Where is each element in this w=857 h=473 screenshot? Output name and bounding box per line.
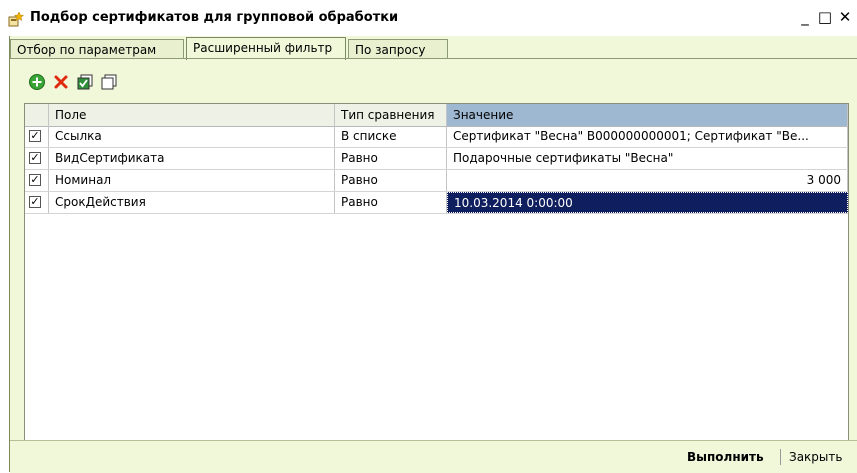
row-checkbox-cell[interactable]: ✓	[25, 126, 49, 147]
delete-icon[interactable]	[52, 73, 70, 91]
comparison-cell[interactable]: В списке	[335, 126, 447, 147]
row-checkbox-cell[interactable]: ✓	[25, 170, 49, 191]
column-header-value[interactable]: Значение	[447, 104, 848, 126]
close-window-button[interactable]: ✕	[836, 6, 854, 28]
table-row[interactable]: ✓ Номинал Равно 3 000	[25, 170, 848, 192]
row-checkbox-cell[interactable]: ✓	[25, 148, 49, 169]
uncheck-all-icon[interactable]	[100, 73, 118, 91]
row-checkbox[interactable]: ✓	[29, 174, 41, 186]
field-cell[interactable]: Ссылка	[49, 126, 335, 147]
filter-table: Поле Тип сравнения Значение ✓ Ссылка В с…	[24, 103, 849, 450]
check-all-icon[interactable]	[76, 73, 94, 91]
footer-divider	[780, 449, 781, 465]
execute-button[interactable]: Выполнить	[687, 450, 764, 464]
value-cell[interactable]: Сертификат "Весна" В000000000001; Сертиф…	[447, 126, 848, 147]
minimize-button[interactable]: _	[796, 6, 814, 28]
header-check-column	[25, 104, 49, 126]
title-bar: Подбор сертификатов для групповой обрабо…	[0, 0, 857, 36]
column-header-comparison[interactable]: Тип сравнения	[335, 104, 447, 126]
comparison-cell[interactable]: Равно	[335, 192, 447, 213]
column-header-field[interactable]: Поле	[49, 104, 335, 126]
field-cell[interactable]: ВидСертификата	[49, 148, 335, 169]
dialog-body: Отбор по параметрам Расширенный фильтр П…	[10, 36, 857, 472]
tab-filter-by-parameters[interactable]: Отбор по параметрам	[10, 39, 184, 59]
add-icon[interactable]	[28, 73, 46, 91]
value-cell[interactable]: 3 000	[447, 170, 848, 191]
value-cell[interactable]: Подарочные сертификаты "Весна"	[447, 148, 848, 169]
row-checkbox[interactable]: ✓	[29, 196, 41, 208]
advanced-filter-panel: Поле Тип сравнения Значение ✓ Ссылка В с…	[10, 58, 857, 450]
tab-by-query[interactable]: По запросу	[348, 39, 448, 59]
maximize-button[interactable]: □	[816, 6, 834, 28]
dialog-footer: Выполнить Закрыть	[10, 440, 857, 473]
tab-strip: Отбор по параметрам Расширенный фильтр П…	[10, 37, 857, 60]
value-cell-selected[interactable]: 10.03.2014 0:00:00	[447, 192, 848, 213]
table-header: Поле Тип сравнения Значение	[25, 104, 848, 127]
comparison-cell[interactable]: Равно	[335, 148, 447, 169]
field-cell[interactable]: СрокДействия	[49, 192, 335, 213]
field-cell[interactable]: Номинал	[49, 170, 335, 191]
tab-advanced-filter[interactable]: Расширенный фильтр	[186, 37, 346, 60]
row-checkbox[interactable]: ✓	[29, 152, 41, 164]
close-button[interactable]: Закрыть	[789, 450, 842, 464]
row-checkbox[interactable]: ✓	[29, 130, 41, 142]
comparison-cell[interactable]: Равно	[335, 170, 447, 191]
table-row[interactable]: ✓ СрокДействия Равно 10.03.2014 0:00:00	[25, 192, 848, 214]
window-app-icon	[8, 11, 25, 27]
table-row[interactable]: ✓ Ссылка В списке Сертификат "Весна" В00…	[25, 126, 848, 148]
window-title: Подбор сертификатов для групповой обрабо…	[30, 10, 399, 25]
row-checkbox-cell[interactable]: ✓	[25, 192, 49, 213]
table-row[interactable]: ✓ ВидСертификата Равно Подарочные сертиф…	[25, 148, 848, 170]
